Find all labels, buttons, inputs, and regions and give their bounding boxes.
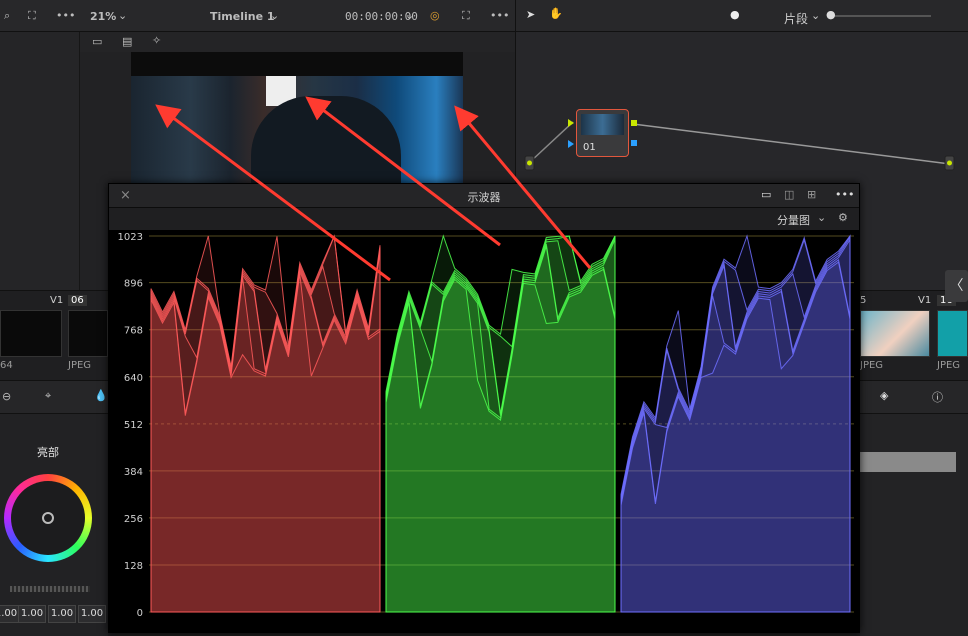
annotation-layer xyxy=(155,96,592,282)
annotation-arrow xyxy=(305,96,501,247)
annotation-arrow xyxy=(454,105,592,269)
